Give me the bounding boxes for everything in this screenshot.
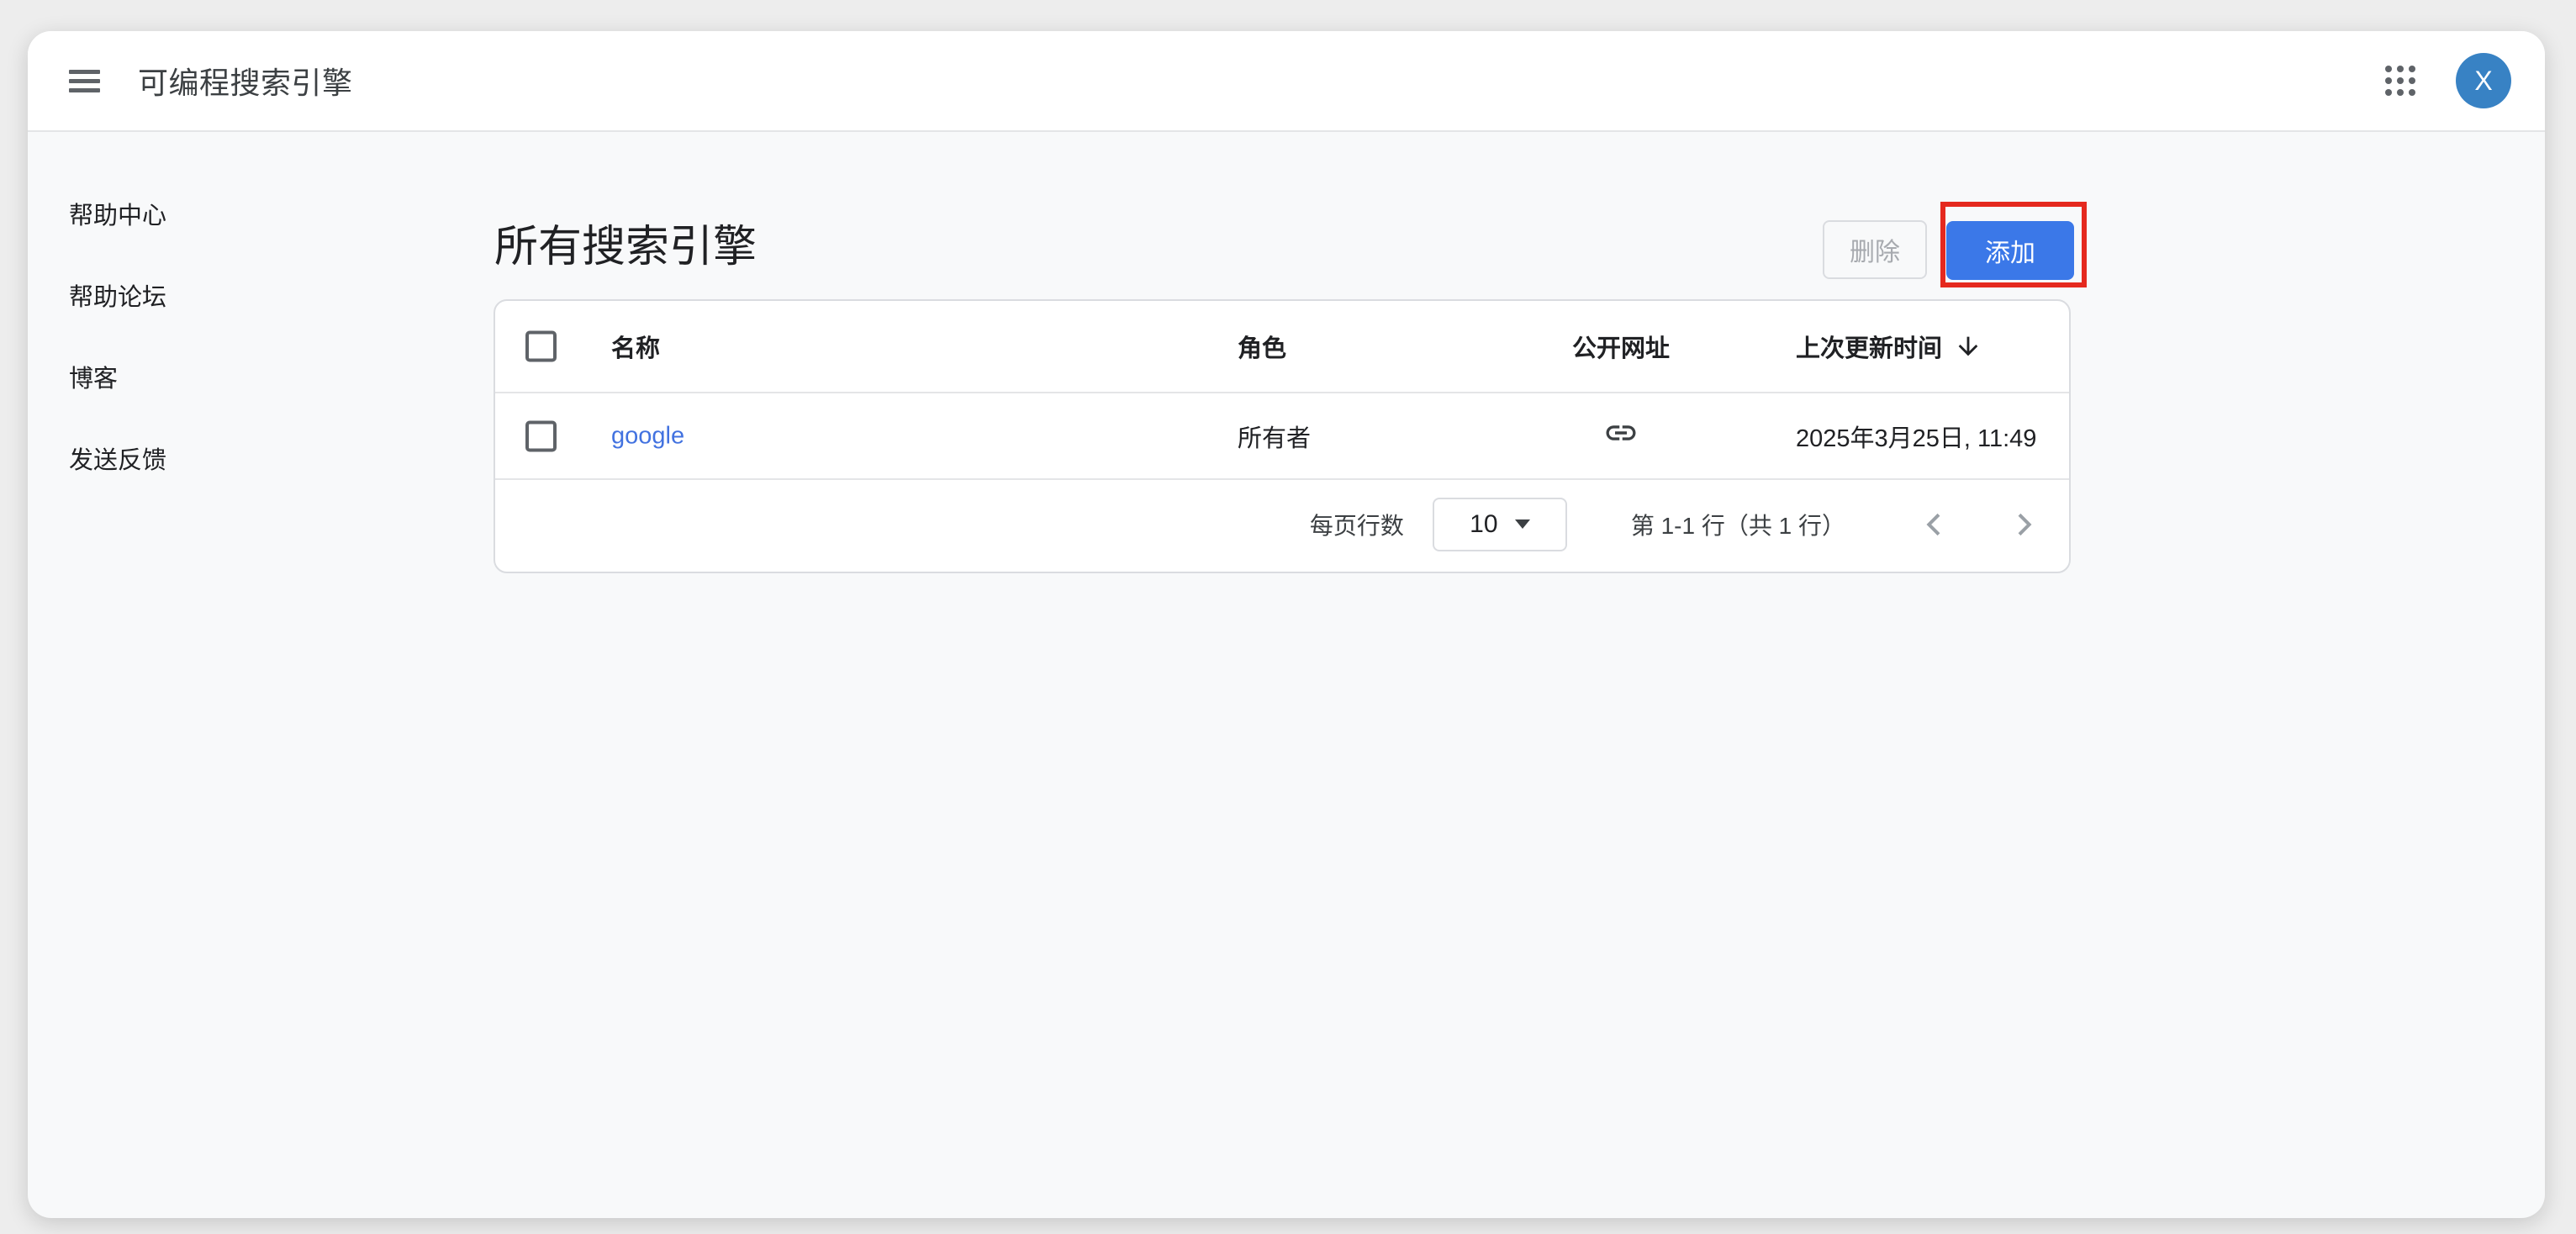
sidebar-item-help-forum[interactable]: 帮助论坛 [28,254,465,335]
page-title: 所有搜索引擎 [494,211,757,274]
column-header-name: 名称 [611,329,660,364]
search-engines-table: 名称 角色 公开网址 上次更新时间 google 所有者 2025年3月25日,… [494,299,2071,573]
rows-per-page-label: 每页行数 [1310,508,1404,541]
engine-last-updated: 2025年3月25日, 11:49 [1796,419,2036,454]
top-bar: 可编程搜索引擎 X [28,31,2545,132]
sidebar-item-help-center[interactable]: 帮助中心 [28,172,465,254]
row-checkbox[interactable] [525,420,557,451]
sidebar-item-send-feedback[interactable]: 发送反馈 [28,417,465,498]
chevron-left-icon[interactable] [1916,506,1953,543]
column-header-last-updated[interactable]: 上次更新时间 [1796,329,1982,364]
pagination-range-label: 第 1-1 行（共 1 行） [1631,508,1845,541]
table-footer: 每页行数 10 第 1-1 行（共 1 行） [495,480,2069,568]
rows-per-page-select[interactable]: 10 [1433,498,1567,551]
engine-role: 所有者 [1238,419,1311,454]
caret-down-icon [1515,519,1530,529]
delete-button[interactable]: 删除 [1823,220,1927,279]
menu-icon[interactable] [69,70,100,92]
select-all-checkbox[interactable] [525,331,557,362]
table-header-row: 名称 角色 公开网址 上次更新时间 [495,301,2069,393]
engine-name-link[interactable]: google [611,422,684,450]
app-window: 可编程搜索引擎 X 帮助中心 帮助论坛 博客 发送反馈 所有搜索引擎 删除 添加… [28,31,2545,1218]
app-title: 可编程搜索引擎 [138,59,353,103]
sidebar: 帮助中心 帮助论坛 博客 发送反馈 [28,132,465,498]
add-button[interactable]: 添加 [1946,221,2074,280]
column-header-public-url: 公开网址 [1572,329,1670,364]
link-icon[interactable] [1603,415,1639,457]
table-row: google 所有者 2025年3月25日, 11:49 [495,393,2069,480]
avatar[interactable]: X [2456,53,2511,108]
chevron-right-icon[interactable] [2005,506,2042,543]
sidebar-item-blog[interactable]: 博客 [28,335,465,417]
apps-grid-icon[interactable] [2385,66,2415,96]
arrow-down-icon [1954,332,1982,361]
column-header-role: 角色 [1238,329,1286,364]
